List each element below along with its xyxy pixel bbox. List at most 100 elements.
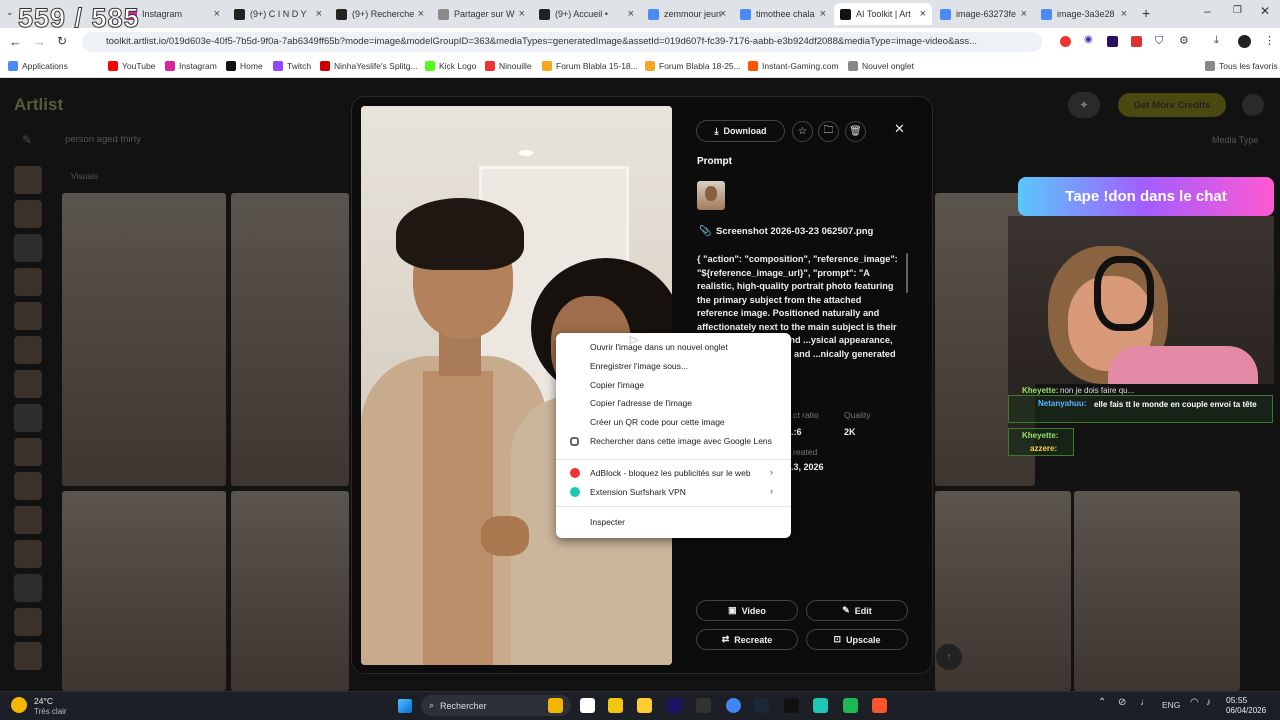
user-avatar[interactable] bbox=[1242, 94, 1264, 116]
history-thumbnail[interactable] bbox=[14, 336, 42, 364]
tray-lang[interactable]: ENG bbox=[1162, 700, 1180, 710]
media-type-filter[interactable]: Media Type bbox=[1212, 135, 1258, 145]
reference-thumbnail[interactable] bbox=[697, 181, 725, 210]
bookmark-item[interactable]: NinhaYeslife's Splitg... bbox=[320, 61, 418, 71]
bookmark-item[interactable]: Tous les favoris bbox=[1205, 61, 1278, 71]
browser-tab[interactable]: (9+) C I N D Y × bbox=[228, 3, 328, 25]
context-menu-item[interactable]: Copier l'image bbox=[590, 380, 644, 390]
taskbar-app-icon[interactable] bbox=[696, 698, 711, 713]
history-thumbnail[interactable] bbox=[14, 166, 42, 194]
taskbar-app-icon[interactable] bbox=[813, 698, 828, 713]
tab-close-icon[interactable]: × bbox=[628, 8, 634, 20]
context-menu-item[interactable]: AdBlock - bloquez les publicités sur le … bbox=[590, 468, 751, 478]
volume-icon[interactable]: ♪ bbox=[1206, 697, 1211, 708]
history-thumbnail[interactable] bbox=[14, 506, 42, 534]
context-menu-item[interactable]: Rechercher dans cette image avec Google … bbox=[590, 436, 772, 446]
tab-close-icon[interactable]: × bbox=[1021, 8, 1027, 20]
browser-tab[interactable]: image-63273fe × bbox=[934, 3, 1033, 25]
bookmark-item[interactable]: Home bbox=[226, 61, 263, 71]
browser-tab[interactable]: (9+) Accueil • × bbox=[533, 3, 640, 25]
bookmark-item[interactable]: Twitch bbox=[273, 61, 311, 71]
browser-tab[interactable]: image-3a3e28 × bbox=[1035, 3, 1133, 25]
taskbar-app-icon[interactable] bbox=[754, 698, 769, 713]
tab-close-icon[interactable]: × bbox=[820, 8, 826, 20]
extension-purple-icon[interactable] bbox=[1107, 36, 1118, 47]
clock-time[interactable]: 05:55 bbox=[1226, 695, 1247, 705]
maximize-button[interactable]: ❐ bbox=[1233, 5, 1242, 16]
tab-menu-icon[interactable]: ⌄ bbox=[6, 7, 14, 18]
bookmark-item[interactable]: YouTube bbox=[108, 61, 155, 71]
tab-close-icon[interactable]: × bbox=[316, 8, 322, 20]
weather-icon[interactable] bbox=[11, 697, 27, 713]
history-thumbnail[interactable] bbox=[14, 608, 42, 636]
downloads-icon[interactable]: ⤓ bbox=[1214, 34, 1219, 47]
tab-close-icon[interactable]: × bbox=[418, 8, 424, 20]
close-window-button[interactable]: ✕ bbox=[1260, 4, 1270, 18]
context-menu-item[interactable]: Enregistrer l'image sous... bbox=[590, 361, 688, 371]
reload-icon[interactable]: ↻ bbox=[57, 34, 67, 48]
minimize-button[interactable]: – bbox=[1204, 4, 1211, 18]
close-icon[interactable]: ✕ bbox=[894, 121, 905, 137]
history-thumbnail[interactable] bbox=[14, 234, 42, 262]
sparkle-button[interactable]: ✦ bbox=[1068, 92, 1100, 118]
bookmark-item[interactable]: Instagram bbox=[165, 61, 217, 71]
extension-audio-icon[interactable]: ◉ bbox=[1084, 34, 1093, 45]
prompt-scrollbar[interactable] bbox=[906, 253, 908, 293]
tray-chevron-icon[interactable]: ⌃ bbox=[1098, 697, 1106, 708]
context-menu-item[interactable]: Ouvrir l'image dans un nouvel onglet bbox=[590, 342, 728, 352]
edit-icon[interactable]: ✎ bbox=[22, 133, 32, 147]
new-tab-button[interactable]: + bbox=[1142, 5, 1150, 21]
context-menu-item[interactable]: Inspecter bbox=[590, 517, 625, 527]
clock-date[interactable]: 06/04/2026 bbox=[1226, 706, 1266, 715]
browser-tab[interactable]: zemmour jeun × bbox=[642, 3, 732, 25]
tab-close-icon[interactable]: × bbox=[1121, 8, 1127, 20]
weather-temp[interactable]: 24°C bbox=[34, 696, 53, 706]
taskbar-app-icon[interactable] bbox=[872, 698, 887, 713]
visuals-tab[interactable]: Visuals bbox=[71, 171, 98, 181]
extension-adblock-icon[interactable] bbox=[1060, 36, 1071, 47]
gallery-image[interactable] bbox=[1074, 491, 1240, 691]
profile-avatar[interactable] bbox=[1238, 35, 1251, 48]
browser-tab[interactable]: (9+) Recherche × bbox=[330, 3, 430, 25]
history-thumbnail[interactable] bbox=[14, 642, 42, 670]
trash-icon[interactable]: 🗑 bbox=[845, 121, 866, 142]
gallery-image[interactable] bbox=[62, 193, 226, 486]
attachment-filename[interactable]: Screenshot 2026-03-23 062507.png bbox=[716, 226, 873, 237]
url-field[interactable]: toolkit.artlist.io/019d603e-40f5-7b5d-9f… bbox=[82, 32, 1042, 52]
tab-close-icon[interactable]: × bbox=[920, 8, 926, 20]
folder-icon[interactable]: 🗀 bbox=[818, 121, 839, 142]
favorite-star-icon[interactable]: ☆ bbox=[792, 121, 813, 142]
bookmark-item[interactable]: Nouvel onglet bbox=[848, 61, 914, 71]
start-icon[interactable] bbox=[398, 699, 412, 713]
browser-tab[interactable]: Partager sur W × bbox=[432, 3, 531, 25]
taskbar-app-icon[interactable] bbox=[784, 698, 799, 713]
scroll-top-button[interactable]: ↑ bbox=[936, 644, 962, 670]
upscale-button[interactable]: ⊡ Upscale bbox=[806, 629, 908, 650]
forward-icon[interactable]: → bbox=[33, 34, 46, 49]
tray-mic-icon[interactable]: ♩ bbox=[1140, 697, 1150, 708]
video-button[interactable]: ▣ Video bbox=[696, 600, 798, 621]
browser-tab[interactable]: timothee chala × bbox=[734, 3, 832, 25]
recreate-button[interactable]: ⇄ Recreate bbox=[696, 629, 798, 650]
history-thumbnail[interactable] bbox=[14, 404, 42, 432]
bookmark-item[interactable]: Instant-Gaming.com bbox=[748, 61, 839, 71]
history-thumbnail[interactable] bbox=[14, 472, 42, 500]
taskbar-app-icon[interactable] bbox=[843, 698, 858, 713]
taskbar-app-icon[interactable] bbox=[726, 698, 741, 713]
context-menu-item[interactable]: Créer un QR code pour cette image bbox=[590, 417, 725, 427]
taskbar-app-icon[interactable] bbox=[637, 698, 652, 713]
tray-network-off-icon[interactable]: ⊘ bbox=[1118, 697, 1126, 708]
bookmark-item[interactable]: Forum Blabla 18-25... bbox=[645, 61, 741, 71]
get-credits-button[interactable]: Get More Credits bbox=[1118, 93, 1226, 117]
bookmark-item[interactable]: Ninouille bbox=[485, 61, 532, 71]
bookmark-item[interactable]: Forum Blabla 15-18... bbox=[542, 61, 638, 71]
browser-menu-icon[interactable]: ⋮ bbox=[1264, 34, 1275, 47]
history-thumbnail[interactable] bbox=[14, 268, 42, 296]
back-icon[interactable]: ← bbox=[9, 34, 22, 49]
history-thumbnail[interactable] bbox=[14, 574, 42, 602]
tab-close-icon[interactable]: × bbox=[519, 8, 525, 20]
edit-button[interactable]: ✎ Edit bbox=[806, 600, 908, 621]
taskbar-app-icon[interactable] bbox=[548, 698, 563, 713]
search-query[interactable]: person aged thirty bbox=[65, 134, 141, 145]
extension-shield-icon[interactable]: ⛉ bbox=[1155, 35, 1163, 48]
